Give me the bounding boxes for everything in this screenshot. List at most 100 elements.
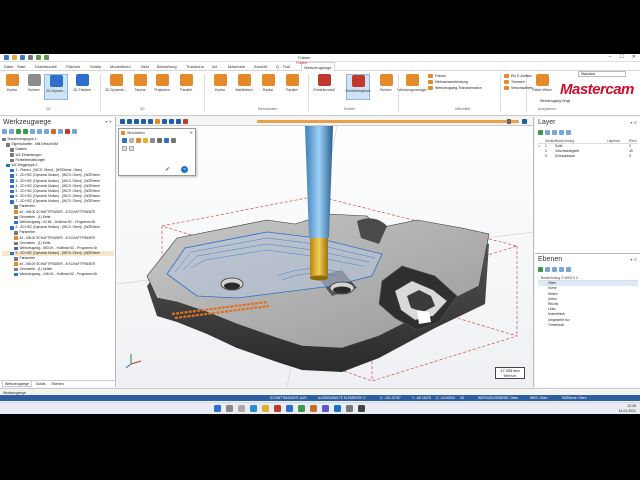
ribbon-button-11[interactable]: Parallel [280, 74, 304, 92]
status-item[interactable]: 3D [460, 396, 464, 400]
holder-display-icon[interactable] [157, 138, 162, 143]
regenerate-dirty-icon[interactable] [23, 129, 28, 134]
checkbox-option-a[interactable] [122, 146, 127, 151]
tree-item[interactable]: Werkzeugweg - 448.2K - Hollimar.NC - Pro… [2, 272, 114, 277]
status-item[interactable]: WERKZEUGEBENE: Oben [478, 396, 518, 400]
select-invalid-icon[interactable] [9, 129, 14, 134]
ribbon-button-12[interactable]: Rohteilmodell [312, 74, 336, 92]
new-file-icon[interactable] [4, 55, 9, 60]
print-icon[interactable] [28, 55, 33, 60]
mastercam-taskbar-icon[interactable] [274, 405, 281, 412]
maximize-button[interactable]: ☐ [619, 54, 623, 60]
ok-button[interactable]: ✔ [165, 166, 170, 173]
outlook-icon[interactable] [334, 405, 341, 412]
create-plane-icon[interactable] [538, 267, 543, 272]
regenerate-icon[interactable] [16, 129, 21, 134]
simulate-icon[interactable] [44, 129, 49, 134]
ribbon-button-0[interactable]: Kontur [0, 74, 24, 92]
help-icon[interactable] [72, 129, 77, 134]
stock-display-icon[interactable] [150, 138, 155, 143]
close-button[interactable]: ✕ [632, 54, 636, 60]
ribbon-button-3[interactable]: 2D-Flanken [70, 74, 94, 92]
redo-icon[interactable] [44, 55, 49, 60]
holder-icon[interactable] [176, 119, 181, 124]
ribbon-button-2[interactable]: 2D-Dynam... [44, 74, 68, 100]
tab-6[interactable]: Netz [141, 64, 149, 69]
stock-icon[interactable] [162, 119, 167, 124]
tab-10[interactable]: Maschine [228, 64, 245, 69]
ribbon-button-10[interactable]: Radial [256, 74, 280, 92]
post-icon[interactable] [51, 129, 56, 134]
tab-planes[interactable]: Ebenen [50, 381, 66, 387]
ribbon-button-14[interactable]: Bohren [374, 74, 398, 92]
tab-0[interactable]: Datei [4, 64, 13, 69]
terminal-icon[interactable] [358, 405, 365, 412]
tab-toolpaths[interactable]: Werkzeugwege [2, 381, 33, 387]
plane-help-icon[interactable] [566, 267, 571, 272]
delete-icon[interactable] [65, 129, 70, 134]
undo-icon[interactable] [36, 55, 41, 60]
highfeed-icon[interactable] [58, 129, 63, 134]
graphics-viewport[interactable]: Simulation ✕ ✔ ? 17.333 mm Metrisch [117, 117, 534, 387]
ribbon-small-button[interactable]: Verschachteln [504, 86, 533, 90]
play-icon[interactable] [120, 119, 125, 124]
ribbon-small-button[interactable]: Werkzeugweg-Transformation [428, 86, 482, 90]
word-icon[interactable] [286, 405, 293, 412]
layer-refresh-icon[interactable] [559, 130, 564, 135]
slider-thumb[interactable] [507, 119, 511, 124]
plane-row[interactable]: Trimetrisch [538, 323, 638, 328]
ribbon-button-4[interactable]: 3D Dynamic... [104, 74, 128, 92]
ribbon-small-button[interactable]: Fräsen [428, 74, 482, 78]
axes-icon[interactable] [164, 138, 169, 143]
ribbon-button-9[interactable]: Waldfräsen [232, 74, 256, 92]
step-forward-icon[interactable] [141, 119, 146, 124]
tab-11[interactable]: Ansicht [254, 64, 267, 69]
help-button[interactable]: ? [181, 166, 188, 173]
find-layer-icon[interactable] [545, 130, 550, 135]
close-icon[interactable]: ✕ [190, 130, 193, 135]
checkbox-option-b[interactable] [129, 146, 134, 151]
stock-compare-label[interactable]: Werkzeugweg-Vergleich [540, 99, 570, 103]
tab-9[interactable]: Art [212, 64, 217, 69]
save-icon[interactable] [20, 55, 25, 60]
layer-visibility-icon[interactable] [552, 130, 557, 135]
plane-gnomon-icon[interactable] [545, 267, 550, 272]
path-color-icon[interactable] [136, 138, 141, 143]
system-tray[interactable]: 12:28 14.01.2021 [618, 404, 636, 413]
ribbon-button-16[interactable]: Paket öffnen [530, 74, 554, 92]
minimize-button[interactable]: – [609, 54, 612, 60]
ribbon-button-13[interactable]: Rohteilvergleich [346, 74, 370, 100]
ribbon-button-15[interactable]: Werkzeugmanager [397, 74, 427, 92]
tab-solids[interactable]: Solids [34, 381, 48, 387]
stop-icon[interactable] [127, 119, 132, 124]
ribbon-button-7[interactable]: Parallel [174, 74, 198, 92]
tab-3[interactable]: Flächen [66, 64, 80, 69]
edge-icon[interactable] [250, 405, 257, 412]
toolpath-icon[interactable] [155, 119, 160, 124]
status-item[interactable]: WZEbene: Oben [562, 396, 587, 400]
rewind-icon[interactable] [148, 119, 153, 124]
status-item[interactable]: WKS: Oben [530, 396, 547, 400]
collision-icon[interactable] [183, 119, 188, 124]
search-icon[interactable] [226, 405, 233, 412]
plane-filter-icon[interactable] [552, 267, 557, 272]
verify-icon[interactable] [37, 129, 42, 134]
excel-icon[interactable] [298, 405, 305, 412]
tab-8[interactable]: Transform [186, 64, 204, 69]
start-icon[interactable] [214, 405, 221, 412]
ribbon-small-button[interactable]: Mehrachsverbindung [428, 80, 482, 84]
add-layer-icon[interactable] [538, 130, 543, 135]
ribbon-button-8[interactable]: Kontur [208, 74, 232, 92]
tool-icon[interactable] [169, 119, 174, 124]
layer-help-icon[interactable] [566, 130, 571, 135]
workspace-select[interactable]: Standard [578, 71, 626, 77]
ribbon-button-6[interactable]: Projektion [150, 74, 174, 92]
settings-icon[interactable] [171, 138, 176, 143]
layer-row[interactable]: 3 Schraubstock 3 [538, 154, 638, 159]
panel-controls[interactable]: ▾ ✕ [106, 119, 112, 124]
step-back-icon[interactable] [134, 119, 139, 124]
ribbon-button-5[interactable]: Tasche [128, 74, 152, 92]
select-all-icon[interactable] [2, 129, 7, 134]
settings-icon[interactable] [346, 405, 353, 412]
explorer-icon[interactable] [262, 405, 269, 412]
